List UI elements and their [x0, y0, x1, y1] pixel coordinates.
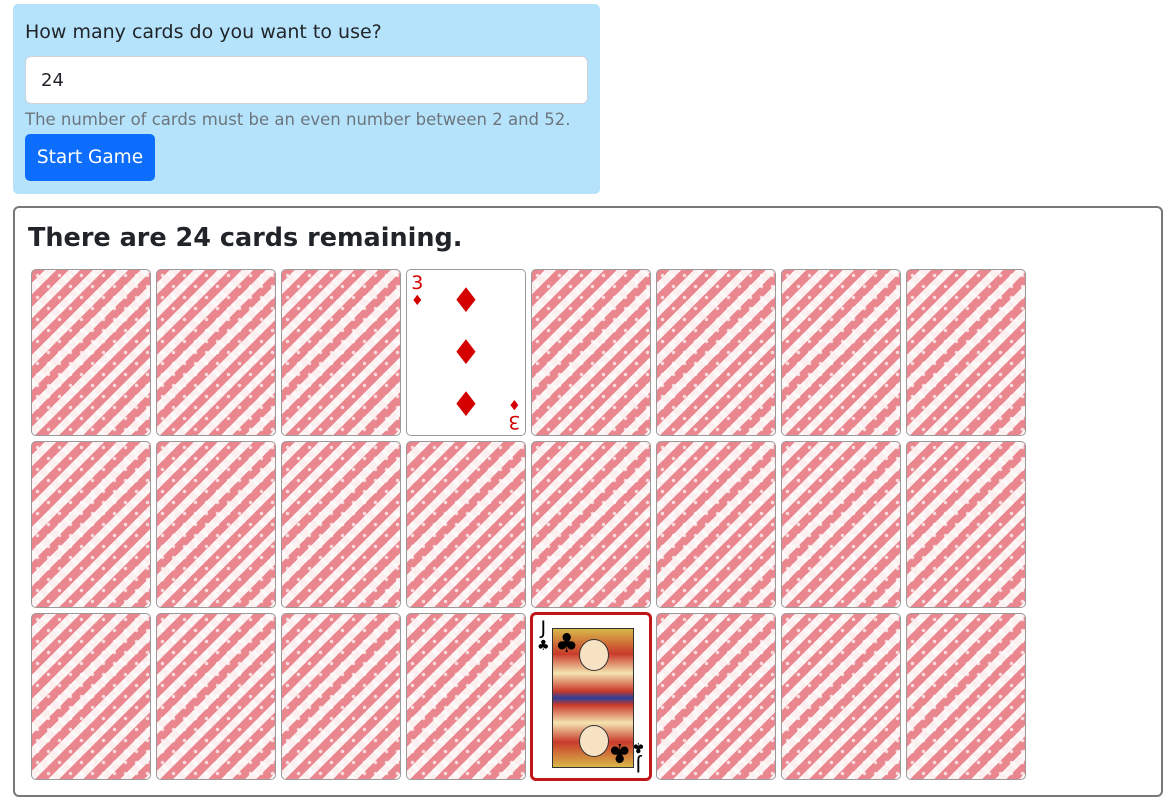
diamonds-suit-icon: ♦: [411, 293, 424, 309]
card-back[interactable]: [531, 441, 651, 608]
setup-panel: How many cards do you want to use? The n…: [13, 4, 600, 194]
card-back[interactable]: [781, 613, 901, 780]
game-board: There are 24 cards remaining. 3 ♦ 3 ♦ ♦ ♦ ♦ J ♣ J…: [13, 206, 1163, 797]
card-back[interactable]: [31, 269, 151, 436]
diamonds-suit-icon: ♦: [508, 396, 521, 412]
card-corner-index: 3 ♦: [411, 272, 424, 309]
card-grid: 3 ♦ 3 ♦ ♦ ♦ ♦ J ♣ J ♣ ♣ ♣: [31, 269, 1026, 780]
card-back[interactable]: [156, 269, 276, 436]
card-rank: J: [635, 754, 642, 776]
card-count-question: How many cards do you want to use?: [25, 21, 382, 43]
card-back[interactable]: [406, 613, 526, 780]
card-back[interactable]: [156, 613, 276, 780]
diamonds-pip-icon: ♦: [450, 333, 482, 373]
card-rank: 3: [411, 272, 424, 294]
card-back[interactable]: [281, 613, 401, 780]
card-back[interactable]: [406, 441, 526, 608]
card-back[interactable]: [656, 613, 776, 780]
card-back[interactable]: [31, 613, 151, 780]
clubs-suit-icon: ♣: [632, 739, 645, 755]
clubs-suit-icon: ♣: [537, 638, 550, 654]
card-back[interactable]: [156, 441, 276, 608]
card-back[interactable]: [906, 613, 1026, 780]
card-rank: J: [540, 617, 547, 639]
card-face-3-of-diamonds[interactable]: 3 ♦ 3 ♦ ♦ ♦ ♦: [406, 269, 526, 436]
card-corner-index: J ♣: [632, 739, 645, 776]
card-corner-index: 3 ♦: [508, 396, 521, 433]
card-back[interactable]: [906, 441, 1026, 608]
card-back[interactable]: [531, 269, 651, 436]
diamonds-pip-icon: ♦: [450, 281, 482, 321]
card-back[interactable]: [656, 441, 776, 608]
cards-remaining-heading: There are 24 cards remaining.: [28, 223, 463, 253]
card-back[interactable]: [656, 269, 776, 436]
card-face-J-of-clubs[interactable]: J ♣ J ♣ ♣ ♣: [531, 613, 651, 780]
court-card-artwork: ♣ ♣: [552, 628, 634, 768]
card-count-input[interactable]: [25, 56, 588, 104]
card-count-help-text: The number of cards must be an even numb…: [25, 110, 571, 129]
card-rank: 3: [508, 411, 521, 433]
clubs-suit-icon: ♣: [607, 737, 631, 767]
card-back[interactable]: [781, 441, 901, 608]
card-back[interactable]: [281, 269, 401, 436]
card-corner-index: J ♣: [537, 617, 550, 654]
card-back[interactable]: [281, 441, 401, 608]
diamonds-pip-icon: ♦: [450, 385, 482, 425]
clubs-suit-icon: ♣: [555, 629, 579, 659]
start-game-button[interactable]: Start Game: [25, 134, 155, 181]
card-back[interactable]: [31, 441, 151, 608]
card-back[interactable]: [781, 269, 901, 436]
card-back[interactable]: [906, 269, 1026, 436]
